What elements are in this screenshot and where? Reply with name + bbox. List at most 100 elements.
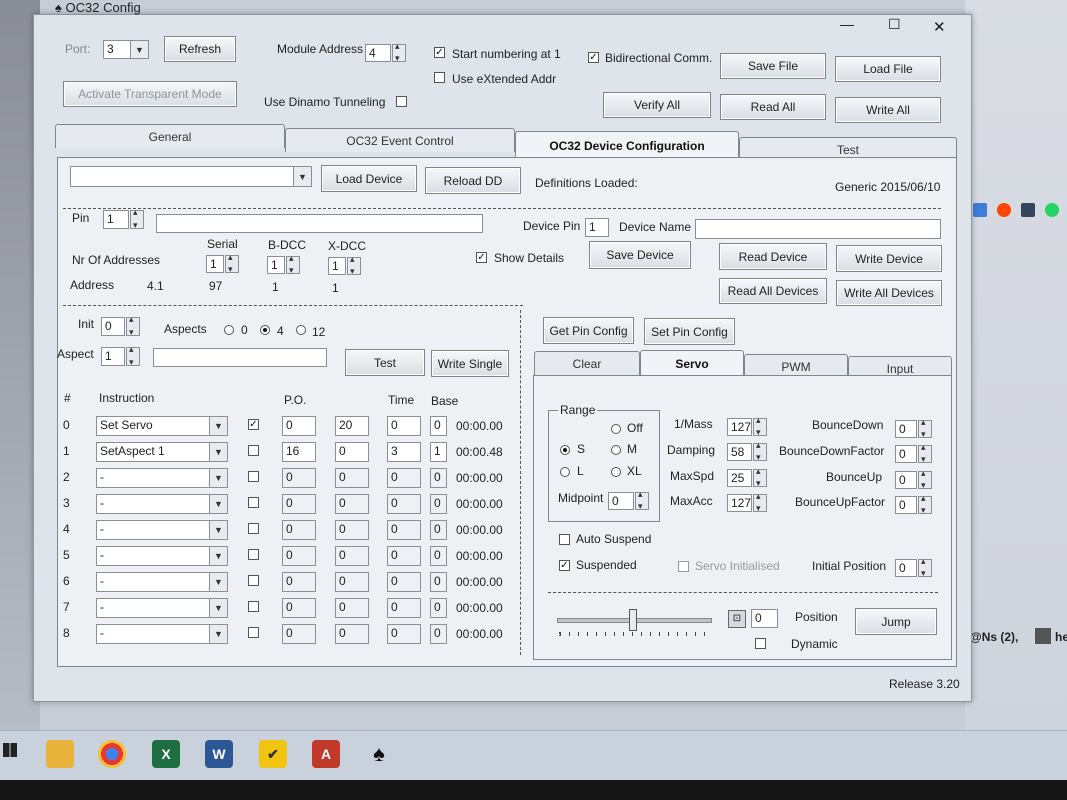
row-enable-checkbox[interactable] (248, 497, 259, 508)
row-enable-checkbox[interactable] (248, 549, 259, 560)
row-a-input[interactable]: 0 (282, 520, 316, 540)
jump-button[interactable]: Jump (855, 608, 937, 635)
maxacc-spinner[interactable] (753, 491, 767, 514)
start-numbering-checkbox[interactable]: ✓ (434, 47, 445, 58)
bouncedownfactor-spinner[interactable] (918, 442, 932, 465)
init-spinner[interactable] (126, 314, 140, 338)
mass-spinner[interactable] (753, 415, 767, 438)
tab-event-control[interactable]: OC32 Event Control (285, 128, 515, 152)
load-device-button[interactable]: Load Device (321, 165, 417, 192)
bounceupfactor-spinner[interactable] (918, 493, 932, 516)
whatsapp-icon[interactable] (1045, 203, 1059, 217)
range-m-radio[interactable] (611, 445, 621, 455)
pin-spinner[interactable] (130, 207, 144, 231)
bouncedownfactor-input[interactable]: 0 (895, 445, 917, 463)
pin-input[interactable]: 1 (103, 210, 129, 229)
instruction-select[interactable]: - ▼ (96, 520, 228, 540)
serial-spinner[interactable] (225, 252, 239, 275)
position-input[interactable]: 0 (751, 609, 778, 628)
instruction-select[interactable]: - ▼ (96, 572, 228, 592)
minimize-button[interactable]: — (840, 16, 854, 32)
refresh-button[interactable]: Refresh (164, 36, 236, 62)
excel-icon[interactable]: X (152, 740, 180, 768)
maximize-button[interactable]: ☐ (888, 16, 901, 33)
verify-all-button[interactable]: Verify All (603, 92, 711, 118)
row-b-input[interactable]: 0 (335, 442, 369, 462)
dynamic-checkbox[interactable] (755, 638, 766, 649)
row-enable-checkbox[interactable]: ✓ (248, 419, 259, 430)
position-lock-icon[interactable]: ⊡ (728, 610, 746, 628)
row-c-input[interactable]: 0 (387, 416, 421, 436)
row-b-input[interactable]: 0 (335, 520, 369, 540)
save-file-button[interactable]: Save File (720, 53, 826, 79)
activate-transparent-mode-button[interactable]: Activate Transparent Mode (63, 81, 237, 107)
row-enable-checkbox[interactable] (248, 471, 259, 482)
read-all-button[interactable]: Read All (720, 94, 826, 120)
xdcc-spinner[interactable] (347, 254, 361, 277)
row-a-input[interactable]: 0 (282, 468, 316, 488)
row-enable-checkbox[interactable] (248, 627, 259, 638)
row-c-input[interactable]: 0 (387, 520, 421, 540)
midpoint-spinner[interactable] (635, 489, 649, 512)
use-extended-checkbox[interactable] (434, 72, 445, 83)
row-b-input[interactable]: 0 (335, 468, 369, 488)
row-b-input[interactable]: 20 (335, 416, 369, 436)
close-button[interactable]: ✕ (933, 18, 946, 36)
damping-input[interactable]: 58 (727, 443, 752, 461)
aspect-name-input[interactable] (153, 348, 327, 367)
bdcc-spinner[interactable] (286, 253, 300, 276)
row-d-input[interactable]: 0 (430, 520, 447, 540)
range-xl-radio[interactable] (611, 467, 621, 477)
range-off-radio[interactable] (611, 424, 621, 434)
device-name-input[interactable] (695, 219, 941, 239)
port-select[interactable]: 3 ▼ (103, 40, 149, 59)
row-d-input[interactable]: 0 (430, 494, 447, 514)
show-details-checkbox[interactable]: ✓ (476, 252, 487, 263)
row-c-input[interactable]: 0 (387, 468, 421, 488)
maxspd-input[interactable]: 25 (727, 469, 752, 487)
aspects-0-radio[interactable] (224, 325, 234, 335)
row-b-input[interactable]: 0 (335, 572, 369, 592)
use-dinamo-checkbox[interactable] (396, 96, 407, 107)
maxspd-spinner[interactable] (753, 466, 767, 489)
aspect-input[interactable]: 1 (101, 347, 125, 366)
serial-count-input[interactable]: 1 (206, 255, 224, 273)
row-b-input[interactable]: 0 (335, 624, 369, 644)
acrobat-icon[interactable]: A (312, 740, 340, 768)
aspect-spinner[interactable] (126, 344, 140, 368)
chrome-icon[interactable] (98, 740, 126, 768)
aspects-4-radio[interactable] (260, 325, 270, 335)
row-d-input[interactable]: 0 (430, 624, 447, 644)
range-s-radio[interactable] (560, 445, 570, 455)
row-a-input[interactable]: 0 (282, 598, 316, 618)
init-input[interactable]: 0 (101, 317, 125, 336)
row-c-input[interactable]: 0 (387, 494, 421, 514)
write-device-button[interactable]: Write Device (836, 245, 942, 272)
reload-dd-button[interactable]: Reload DD (425, 167, 521, 194)
row-a-input[interactable]: 16 (282, 442, 316, 462)
write-all-devices-button[interactable]: Write All Devices (836, 280, 942, 306)
write-single-button[interactable]: Write Single (431, 350, 509, 377)
row-a-input[interactable]: 0 (282, 572, 316, 592)
suspended-checkbox[interactable]: ✓ (559, 560, 570, 571)
word-icon[interactable]: W (205, 740, 233, 768)
windows-start-icon[interactable] (3, 743, 17, 757)
row-c-input[interactable]: 0 (387, 572, 421, 592)
bdcc-count-input[interactable]: 1 (267, 256, 285, 274)
save-device-button[interactable]: Save Device (589, 241, 691, 269)
bounceup-input[interactable]: 0 (895, 471, 917, 489)
device-pin-input[interactable]: 1 (585, 218, 609, 237)
maxacc-input[interactable]: 127 (727, 494, 752, 512)
row-d-input[interactable]: 1 (430, 442, 447, 462)
initial-position-input[interactable]: 0 (895, 559, 917, 577)
load-file-button[interactable]: Load File (835, 56, 941, 82)
file-explorer-icon[interactable] (46, 740, 74, 768)
row-b-input[interactable]: 0 (335, 546, 369, 566)
row-b-input[interactable]: 0 (335, 494, 369, 514)
row-c-input[interactable]: 0 (387, 598, 421, 618)
row-a-input[interactable]: 0 (282, 416, 316, 436)
read-device-button[interactable]: Read Device (719, 243, 827, 270)
row-enable-checkbox[interactable] (248, 445, 259, 456)
reddit-icon[interactable] (997, 203, 1011, 217)
row-enable-checkbox[interactable] (248, 601, 259, 612)
